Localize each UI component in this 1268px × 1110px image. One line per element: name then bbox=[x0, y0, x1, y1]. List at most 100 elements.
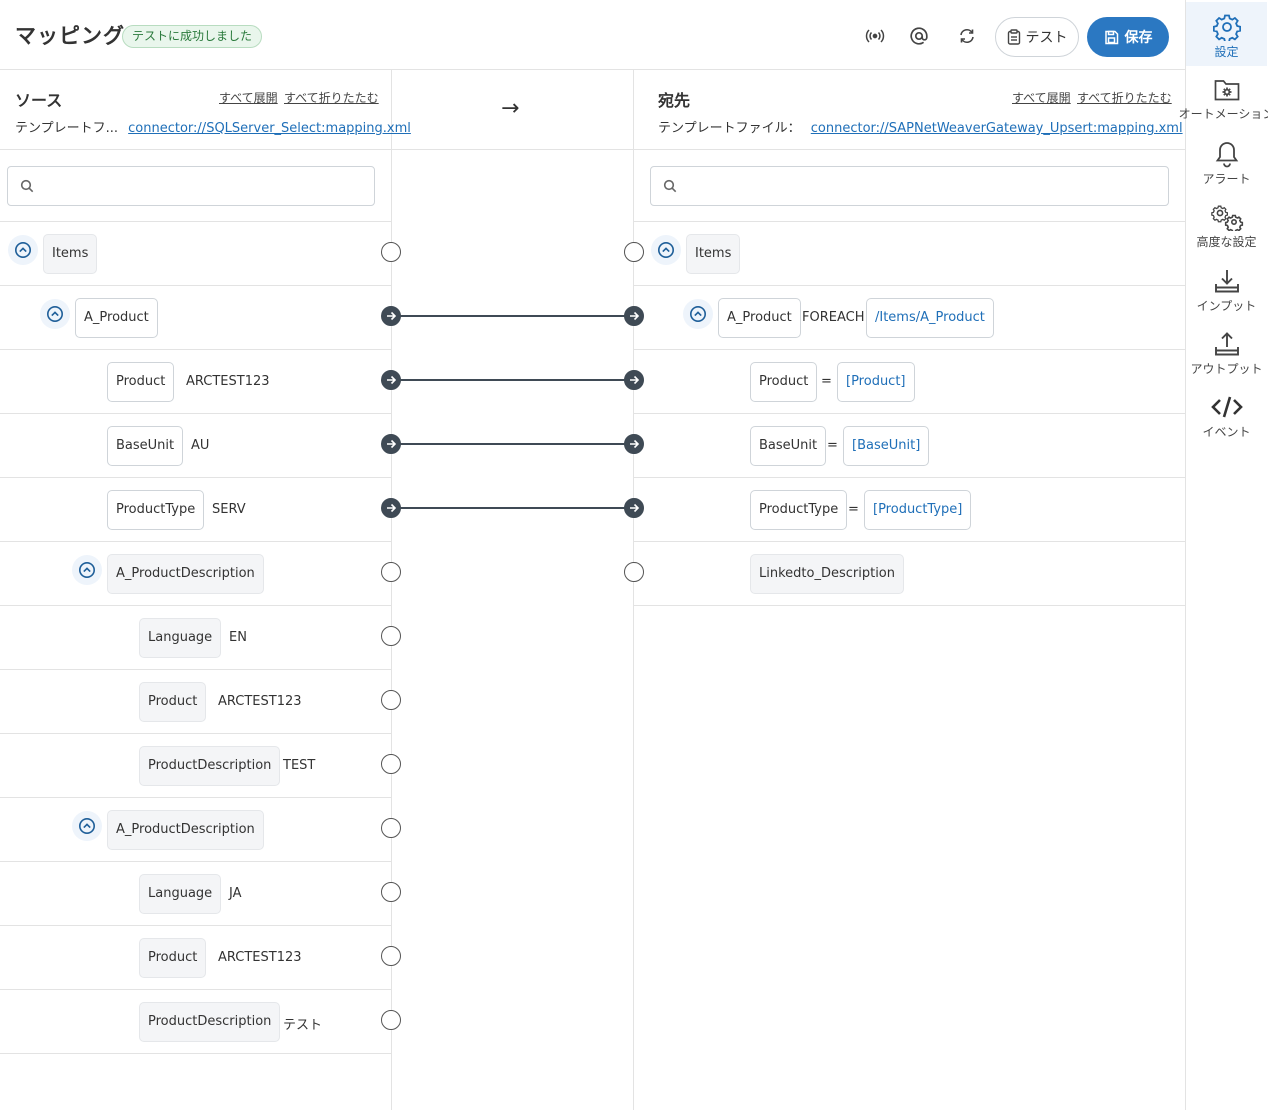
destination-port[interactable] bbox=[624, 562, 644, 582]
source-value: ARCTEST123 bbox=[218, 950, 302, 965]
sidebar-item-label: アラート bbox=[1202, 172, 1251, 186]
mapping-expression[interactable]: [Product] bbox=[837, 362, 915, 402]
arrow-right-icon bbox=[387, 503, 397, 513]
source-port[interactable] bbox=[381, 690, 401, 710]
source-value: ARCTEST123 bbox=[218, 694, 302, 709]
source-node-product[interactable]: Product bbox=[139, 682, 207, 722]
source-node-language[interactable]: Language bbox=[139, 874, 222, 914]
collapse-toggle[interactable] bbox=[40, 299, 70, 329]
sidebar-item-input[interactable]: インプット bbox=[1186, 256, 1267, 320]
source-port[interactable] bbox=[381, 626, 401, 646]
source-port[interactable] bbox=[381, 1010, 401, 1030]
search-icon bbox=[20, 179, 34, 193]
destination-node-product[interactable]: Product bbox=[750, 362, 818, 402]
destination-collapse-all-link[interactable]: すべて折りたたむ bbox=[1077, 89, 1172, 106]
foreach-keyword: FOREACH bbox=[802, 310, 865, 325]
source-value: SERV bbox=[212, 502, 246, 517]
source-search-input[interactable] bbox=[7, 166, 375, 206]
row-divider bbox=[0, 989, 391, 990]
collapse-toggle[interactable] bbox=[683, 299, 713, 329]
sidebar-item-settings[interactable]: 設定 bbox=[1186, 2, 1267, 66]
destination-node-baseunit[interactable]: BaseUnit bbox=[750, 426, 827, 466]
row-divider bbox=[0, 1053, 391, 1054]
sidebar-item-alert[interactable]: アラート bbox=[1186, 129, 1267, 193]
source-port-connected[interactable] bbox=[381, 498, 401, 518]
destination-node-producttype[interactable]: ProductType bbox=[750, 490, 848, 530]
collapse-toggle[interactable] bbox=[72, 555, 102, 585]
source-node-a-productdescription[interactable]: A_ProductDescription bbox=[107, 554, 264, 594]
at-icon[interactable] bbox=[907, 24, 931, 48]
source-port-connected[interactable] bbox=[381, 434, 401, 454]
source-port[interactable] bbox=[381, 818, 401, 838]
source-node-baseunit[interactable]: BaseUnit bbox=[107, 426, 184, 466]
sidebar-item-automation[interactable]: オートメーション bbox=[1179, 66, 1268, 130]
source-node-product[interactable]: Product bbox=[107, 362, 175, 402]
chevron-up-icon bbox=[47, 306, 63, 322]
mapping-connection-line bbox=[400, 507, 634, 509]
row-divider bbox=[633, 349, 1185, 350]
source-value: テスト bbox=[283, 1018, 323, 1033]
row-divider bbox=[0, 541, 391, 542]
collapse-toggle[interactable] bbox=[651, 235, 681, 265]
status-badge: テストに成功しました bbox=[122, 25, 263, 48]
sidebar-item-label: イベント bbox=[1202, 425, 1251, 439]
source-node-producttype[interactable]: ProductType bbox=[107, 490, 205, 530]
source-port[interactable] bbox=[381, 242, 401, 262]
row-divider bbox=[633, 605, 1185, 606]
source-port-connected[interactable] bbox=[381, 306, 401, 326]
mapping-connection-line bbox=[400, 443, 634, 445]
row-divider bbox=[0, 861, 391, 862]
mapping-expression[interactable]: [ProductType] bbox=[864, 490, 972, 530]
mapping-connection-line bbox=[400, 315, 634, 317]
destination-port-connected[interactable] bbox=[624, 434, 644, 454]
source-node-language[interactable]: Language bbox=[139, 618, 222, 658]
source-port[interactable] bbox=[381, 562, 401, 582]
source-expand-all-link[interactable]: すべて展開 bbox=[219, 89, 278, 106]
destination-template-link[interactable]: connector://SAPNetWeaverGateway_Upsert:m… bbox=[811, 121, 1183, 136]
destination-expand-all-link[interactable]: すべて展開 bbox=[1012, 89, 1071, 106]
clipboard-icon bbox=[1007, 29, 1020, 45]
source-port[interactable] bbox=[381, 946, 401, 966]
destination-node-items[interactable]: Items bbox=[686, 234, 741, 274]
row-divider bbox=[633, 413, 1185, 414]
source-node-product[interactable]: Product bbox=[139, 938, 207, 978]
save-button[interactable]: 保存 bbox=[1087, 17, 1169, 57]
destination-port[interactable] bbox=[624, 242, 644, 262]
sidebar-item-advanced[interactable]: 高度な設定 bbox=[1186, 192, 1267, 256]
source-template-row: テンプレートフ... connector://SQLServer_Select:… bbox=[15, 117, 411, 136]
source-template-label: テンプレートフ... bbox=[15, 121, 119, 136]
destination-node-linkedto-description[interactable]: Linkedto_Description bbox=[750, 554, 904, 594]
broadcast-icon[interactable] bbox=[863, 24, 887, 48]
mapping-expression[interactable]: [BaseUnit] bbox=[843, 426, 930, 466]
test-button-label: テスト bbox=[1025, 30, 1068, 46]
source-value: EN bbox=[229, 630, 247, 645]
test-button[interactable]: テスト bbox=[995, 17, 1079, 57]
source-node-a-product[interactable]: A_Product bbox=[75, 298, 158, 338]
destination-port-connected[interactable] bbox=[624, 498, 644, 518]
source-port[interactable] bbox=[381, 882, 401, 902]
collapse-toggle[interactable] bbox=[8, 235, 38, 265]
row-divider bbox=[0, 797, 391, 798]
destination-node-a-product[interactable]: A_Product bbox=[718, 298, 801, 338]
source-port[interactable] bbox=[381, 754, 401, 774]
refresh-icon[interactable] bbox=[955, 24, 979, 48]
destination-search-input[interactable] bbox=[650, 166, 1169, 206]
source-node-productdescription[interactable]: ProductDescription bbox=[139, 1002, 281, 1042]
sidebar-item-output[interactable]: アウトプット bbox=[1186, 319, 1267, 383]
destination-port-connected[interactable] bbox=[624, 306, 644, 326]
collapse-toggle[interactable] bbox=[72, 811, 102, 841]
chevron-up-icon bbox=[690, 306, 706, 322]
source-node-a-productdescription[interactable]: A_ProductDescription bbox=[107, 810, 264, 850]
source-port-connected[interactable] bbox=[381, 370, 401, 390]
source-value: JA bbox=[229, 886, 242, 901]
mapping-connection-line bbox=[400, 379, 634, 381]
foreach-expression[interactable]: /Items/A_Product bbox=[866, 298, 994, 338]
source-node-items[interactable]: Items bbox=[43, 234, 98, 274]
source-collapse-all-link[interactable]: すべて折りたたむ bbox=[284, 89, 379, 106]
sidebar-item-label: オートメーション bbox=[1178, 107, 1268, 121]
source-template-link[interactable]: connector://SQLServer_Select:mapping.xml bbox=[128, 121, 411, 136]
sidebar-item-events[interactable]: イベント bbox=[1186, 382, 1267, 446]
sidebar-item-label: 高度な設定 bbox=[1196, 235, 1257, 249]
destination-port-connected[interactable] bbox=[624, 370, 644, 390]
source-node-productdescription[interactable]: ProductDescription bbox=[139, 746, 281, 786]
